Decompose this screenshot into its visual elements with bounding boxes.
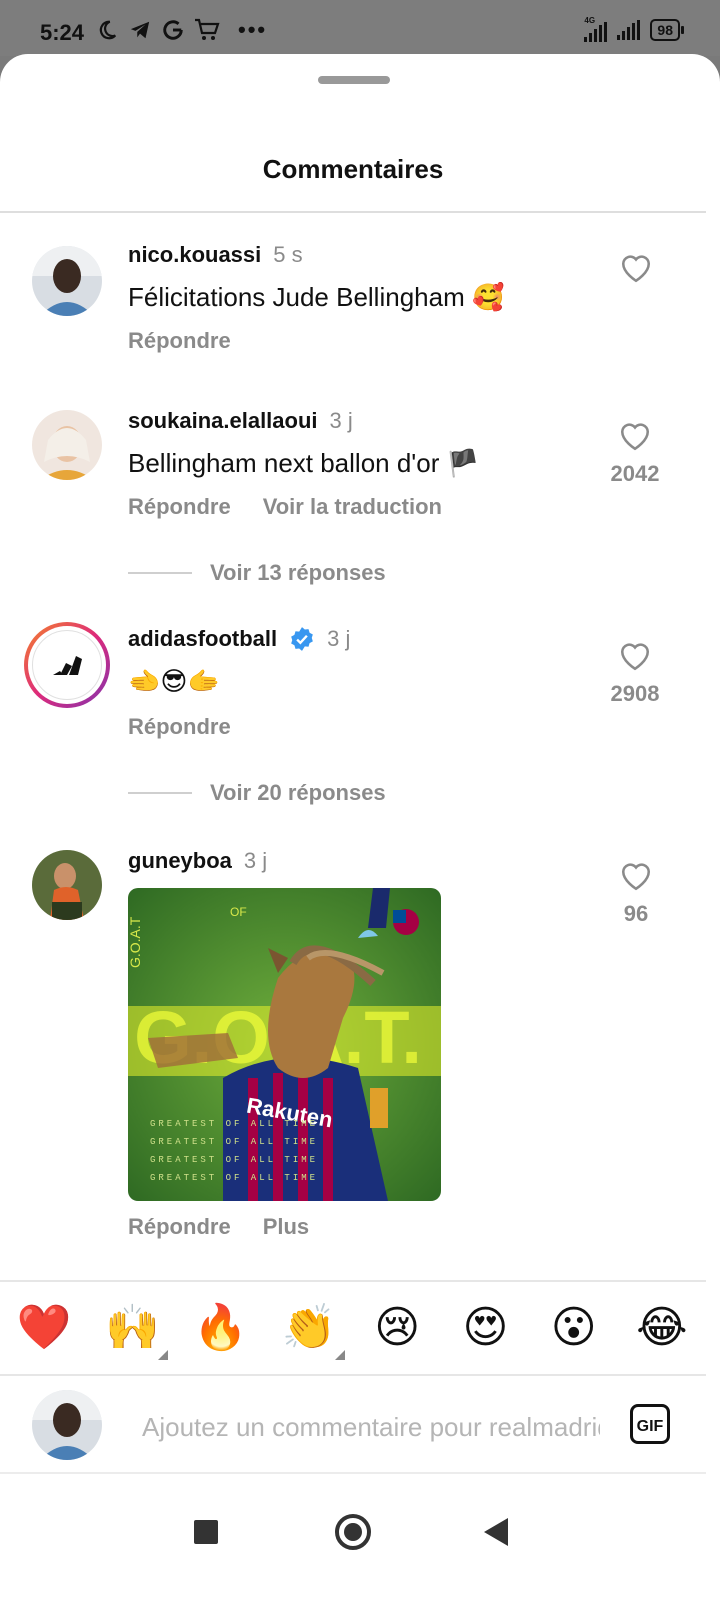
battery-icon: 98 — [650, 19, 684, 41]
like-button[interactable] — [606, 252, 666, 289]
reply-button[interactable]: Répondre — [128, 494, 231, 520]
current-user-avatar — [32, 1390, 102, 1460]
comment-time: 3 j — [243, 848, 268, 873]
translate-button[interactable]: Voir la traduction — [263, 494, 442, 520]
comments-sheet: Commentaires nico.kouassi 5 s Félicitati… — [0, 54, 720, 1600]
cart-icon — [195, 18, 220, 40]
replies-line — [128, 792, 192, 794]
view-replies-label: Voir 13 réponses — [210, 560, 386, 585]
like-button[interactable]: 2042 — [600, 420, 670, 487]
avatar — [32, 630, 102, 700]
gif-button[interactable]: GIF — [630, 1404, 670, 1444]
emoji-raising-hands-button[interactable]: 🙌 — [100, 1298, 169, 1360]
reply-button[interactable]: Répondre — [128, 714, 231, 740]
divider — [0, 1374, 706, 1376]
like-count: 96 — [623, 901, 649, 926]
gif-text-row: GREATEST OF ALL TIME — [150, 1137, 318, 1147]
divider — [0, 1280, 706, 1282]
recents-button[interactable] — [194, 1520, 218, 1544]
divider — [0, 211, 706, 213]
moon-icon — [99, 20, 117, 40]
emoji-crying-button[interactable]: 😢 — [365, 1298, 429, 1358]
comment-username[interactable]: adidasfootball — [128, 626, 277, 652]
emoji-raising-hands: 🙌 — [104, 1303, 160, 1352]
comment-time: 3 j — [327, 626, 351, 651]
adidas-logo-icon — [53, 656, 82, 675]
skin-tone-indicator — [334, 1350, 345, 1360]
signal-icon — [584, 22, 608, 42]
comment-text: 🫲😎🫱 — [128, 666, 220, 696]
comment-time: 3 j — [329, 408, 353, 433]
view-replies-button[interactable]: Voir 20 réponses — [128, 780, 386, 806]
comment-input[interactable] — [140, 1404, 602, 1450]
story-ring[interactable] — [24, 622, 110, 708]
network-type: 4G — [584, 16, 596, 25]
emoji-surprised-button[interactable]: 😮 — [542, 1298, 606, 1358]
reply-button[interactable]: Répondre — [128, 328, 231, 354]
gif-side-text: G.O.A.T — [128, 916, 143, 968]
status-notification-icons: ••• — [96, 17, 267, 43]
status-time: 5:24 — [40, 20, 85, 45]
avatar[interactable] — [32, 246, 102, 316]
emoji-heart-button[interactable]: ❤️ — [12, 1298, 76, 1358]
verified-badge-icon — [291, 627, 313, 651]
telegram-icon — [130, 21, 150, 39]
more-button[interactable]: Plus — [263, 1214, 309, 1240]
emoji-fire-button[interactable]: 🔥 — [189, 1298, 253, 1358]
avatar[interactable] — [32, 850, 102, 920]
view-replies-label: Voir 20 réponses — [210, 780, 386, 805]
status-system-icons: 4G 98 — [584, 16, 684, 42]
gif-of-text: OF — [230, 905, 247, 919]
comment-text: Félicitations Jude Bellingham 🥰 — [128, 282, 505, 312]
view-replies-button[interactable]: Voir 13 réponses — [128, 560, 386, 586]
reply-button[interactable]: Répondre — [128, 1214, 231, 1240]
comment-username[interactable]: soukaina.elallaoui — [128, 408, 318, 434]
like-button[interactable]: 96 — [606, 860, 666, 927]
gif-text-row: GREATEST OF ALL TIME — [150, 1119, 318, 1129]
emoji-quick-bar: ❤️ 🙌 🔥 👏 😢 😍 😮 😂 — [0, 1298, 706, 1360]
sheet-drag-handle[interactable] — [318, 76, 390, 84]
gif-text-row: GREATEST OF ALL TIME — [150, 1155, 318, 1165]
emoji-heart-eyes-button[interactable]: 😍 — [453, 1298, 517, 1358]
heart-icon — [621, 863, 651, 891]
comment-username[interactable]: nico.kouassi — [128, 242, 261, 268]
avatar[interactable] — [32, 410, 102, 480]
system-navigation-bar — [0, 1474, 706, 1600]
status-bar: 5:24 ••• 4G 98 — [0, 0, 720, 56]
like-button[interactable]: 2908 — [600, 640, 670, 707]
like-count: 2908 — [610, 681, 660, 706]
replies-line — [128, 572, 192, 574]
comment-time: 5 s — [273, 242, 303, 267]
more-icon: ••• — [238, 17, 268, 42]
sheet-title: Commentaires — [262, 154, 444, 184]
comment-username[interactable]: guneyboa — [128, 848, 232, 874]
google-icon — [163, 20, 183, 40]
emoji-clap: 👏 — [281, 1303, 337, 1352]
skin-tone-indicator — [158, 1350, 169, 1360]
like-count: 2042 — [610, 461, 660, 486]
comment-text: Bellingham next ballon d'or 🏴 — [128, 448, 479, 478]
emoji-laughing-button[interactable]: 😂 — [630, 1298, 694, 1358]
heart-icon — [620, 423, 650, 451]
gif-attachment[interactable]: G.O.A.T. G.O.A.T OF Rakuten GREATEST OF … — [128, 888, 441, 1201]
heart-icon — [621, 255, 651, 283]
emoji-clap-button[interactable]: 👏 — [277, 1298, 345, 1360]
signal-icon-2 — [617, 20, 641, 40]
back-button[interactable] — [484, 1518, 508, 1546]
home-button[interactable] — [335, 1514, 371, 1550]
gif-text-row: GREATEST OF ALL TIME — [150, 1173, 318, 1183]
heart-icon — [620, 643, 650, 671]
